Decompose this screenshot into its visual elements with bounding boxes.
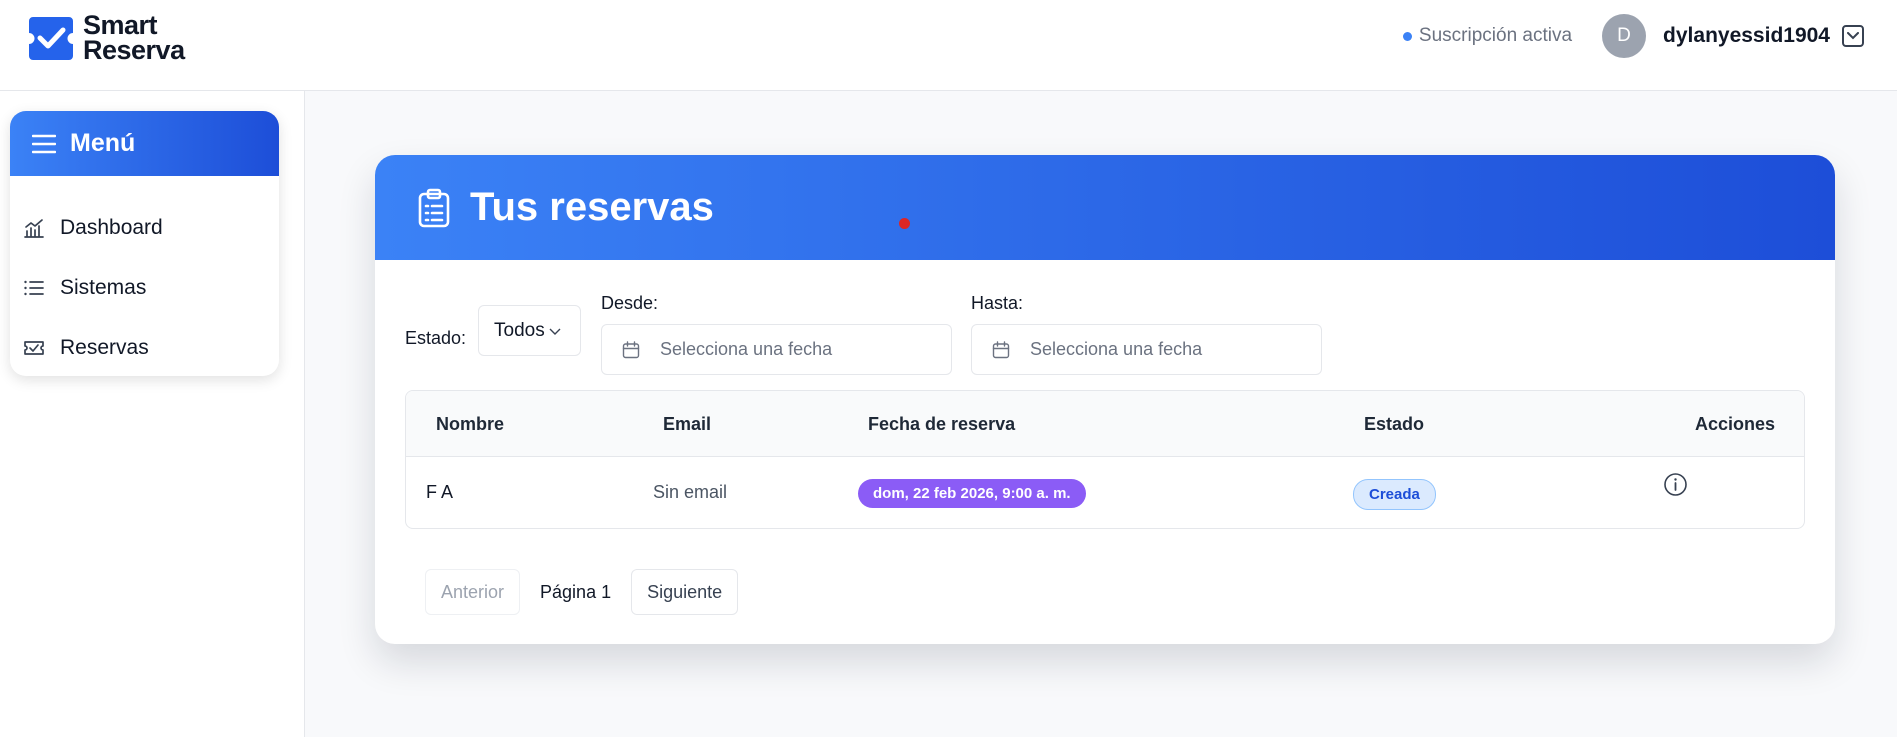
page-indicator: Página 1 (540, 581, 612, 602)
username[interactable]: dylanyessid1904 (1663, 24, 1830, 48)
brand-line2: Reserva (83, 35, 185, 65)
sidebar-column: Menú Dashboard Sistemas Reservas (0, 91, 305, 737)
hasta-label: Hasta: (971, 293, 1024, 313)
avatar[interactable]: D (1602, 14, 1647, 58)
table-header: Nombre Email Fecha de reserva Estado Acc… (406, 391, 1804, 457)
sidebar-item-reservas[interactable]: Reservas (10, 318, 279, 376)
ticket-icon (24, 341, 44, 355)
estado-selected-value: Todos (494, 319, 545, 341)
subscription-status: Suscripción activa (1418, 25, 1573, 46)
column-header-acciones: Acciones (1695, 414, 1776, 434)
menu-header[interactable]: Menú (10, 111, 279, 176)
desde-label: Desde: (601, 293, 659, 313)
menu-items: Dashboard Sistemas Reservas (10, 176, 279, 376)
sidebar-menu: Menú Dashboard Sistemas Reservas (10, 111, 279, 376)
sidebar-item-label: Reservas (60, 336, 149, 359)
desde-date-input[interactable]: Selecciona una fecha (601, 324, 952, 375)
card-header: Tus reservas (375, 155, 1835, 260)
status-badge: Creada (1353, 479, 1436, 510)
filters: Estado: Todos Desde: Selecciona una fech… (405, 293, 1505, 375)
cursor-marker (899, 218, 910, 229)
reservations-card: Tus reservas Estado: Todos Desde: Selecc… (375, 155, 1835, 644)
menu-title: Menú (70, 129, 136, 157)
next-page-button[interactable]: Siguiente (631, 569, 739, 615)
reservations-table: Nombre Email Fecha de reserva Estado Acc… (405, 390, 1805, 529)
header-user-area: Suscripción activa D dylanyessid1904 (1402, 14, 1864, 58)
calendar-icon (992, 340, 1010, 358)
calendar-icon (622, 340, 640, 358)
prev-page-button[interactable]: Anterior (425, 569, 521, 615)
hasta-placeholder: Selecciona una fecha (1030, 339, 1203, 359)
cell-nombre: F A (426, 482, 454, 502)
estado-select[interactable]: Todos (478, 305, 581, 356)
column-header-nombre[interactable]: Nombre (436, 414, 504, 435)
sidebar-item-label: Dashboard (60, 216, 163, 239)
info-icon[interactable] (1663, 472, 1688, 497)
chevron-down-icon (549, 328, 561, 335)
list-icon (24, 280, 44, 296)
column-header-estado[interactable]: Estado (1364, 414, 1424, 435)
top-header: Smart Reserva Suscripción activa D dylan… (0, 0, 1897, 91)
sidebar-item-label: Sistemas (60, 276, 147, 299)
page-title: Tus reservas (470, 185, 714, 229)
column-header-fecha[interactable]: Fecha de reserva (868, 414, 1015, 435)
sidebar-item-sistemas[interactable]: Sistemas (10, 258, 279, 318)
sidebar-item-dashboard[interactable]: Dashboard (10, 198, 279, 258)
checkmark-logo-icon (29, 16, 73, 60)
desde-placeholder: Selecciona una fecha (660, 339, 833, 359)
cell-email: Sin email (653, 482, 728, 502)
pagination: Anterior Página 1 Siguiente (425, 569, 739, 615)
column-header-email[interactable]: Email (663, 414, 711, 435)
user-menu-dropdown-icon[interactable] (1842, 25, 1864, 47)
table-row[interactable]: F A Sin email dom, 22 feb 2026, 9:00 a. … (406, 457, 1804, 528)
hamburger-icon (32, 134, 56, 153)
chart-icon (24, 219, 44, 238)
clipboard-list-icon (418, 188, 450, 227)
hasta-date-input[interactable]: Selecciona una fecha (971, 324, 1322, 375)
app-logo[interactable]: Smart Reserva (29, 12, 185, 65)
estado-label: Estado: (405, 328, 467, 348)
brand-name: Smart Reserva (83, 12, 185, 65)
subscription-status-dot (1402, 31, 1412, 41)
date-badge: dom, 22 feb 2026, 9:00 a. m. (858, 479, 1086, 508)
